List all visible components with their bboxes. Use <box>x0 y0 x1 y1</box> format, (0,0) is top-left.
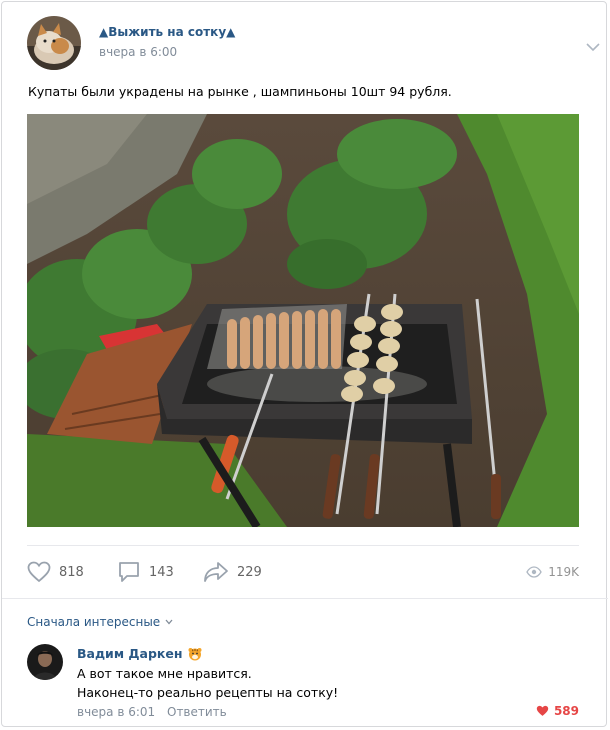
comment-time[interactable]: вчера в 6:01 <box>77 705 155 719</box>
group-avatar[interactable] <box>27 16 81 70</box>
post-text: Купаты были украдены на рынке , шампиньо… <box>28 84 452 99</box>
heart-icon <box>27 561 51 583</box>
comment-item: Вадим Даркен А вот такое мне нравится. Н… <box>27 640 579 725</box>
chevron-down-icon[interactable] <box>586 42 600 52</box>
commenter-avatar[interactable] <box>27 644 63 680</box>
comment-button[interactable]: 143 <box>117 557 174 587</box>
share-count: 229 <box>237 564 262 580</box>
comment-like-button[interactable]: 589 <box>536 704 579 718</box>
share-icon <box>204 562 228 582</box>
chevron-down-icon <box>165 619 173 625</box>
post-photo[interactable] <box>27 114 579 527</box>
comment-text-line: А вот такое мне нравится. <box>77 666 252 681</box>
comment-icon <box>119 562 139 582</box>
comment-like-count: 589 <box>553 704 579 718</box>
divider <box>27 545 579 546</box>
post-card: ▲Выжить на сотку▲ вчера в 6:00 Купаты бы… <box>1 1 608 727</box>
share-button[interactable]: 229 <box>203 557 262 587</box>
views-count: 119K <box>548 565 579 579</box>
like-count: 818 <box>59 564 84 580</box>
post-actions-bar: 818 143 229 119K <box>27 557 579 587</box>
heart-icon <box>536 705 549 716</box>
reply-button[interactable]: Ответить <box>167 705 227 719</box>
commenter-name[interactable]: Вадим Даркен <box>77 646 183 661</box>
divider <box>2 598 608 599</box>
group-name[interactable]: ▲Выжить на сотку▲ <box>99 25 235 39</box>
sort-label: Сначала интересные <box>27 615 161 629</box>
post-time[interactable]: вчера в 6:00 <box>99 45 177 59</box>
commenter-name-row: Вадим Даркен <box>77 646 202 661</box>
comment-meta: вчера в 6:01 Ответить <box>77 705 227 719</box>
tiger-emoji-icon <box>188 647 201 660</box>
views-counter: 119K <box>526 557 579 587</box>
comment-sort-dropdown[interactable]: Сначала интересные <box>27 615 173 629</box>
comment-count: 143 <box>149 564 174 580</box>
eye-icon <box>526 566 542 578</box>
comment-text-line: Наконец-то реально рецепты на сотку! <box>77 685 339 700</box>
like-button[interactable]: 818 <box>27 557 84 587</box>
